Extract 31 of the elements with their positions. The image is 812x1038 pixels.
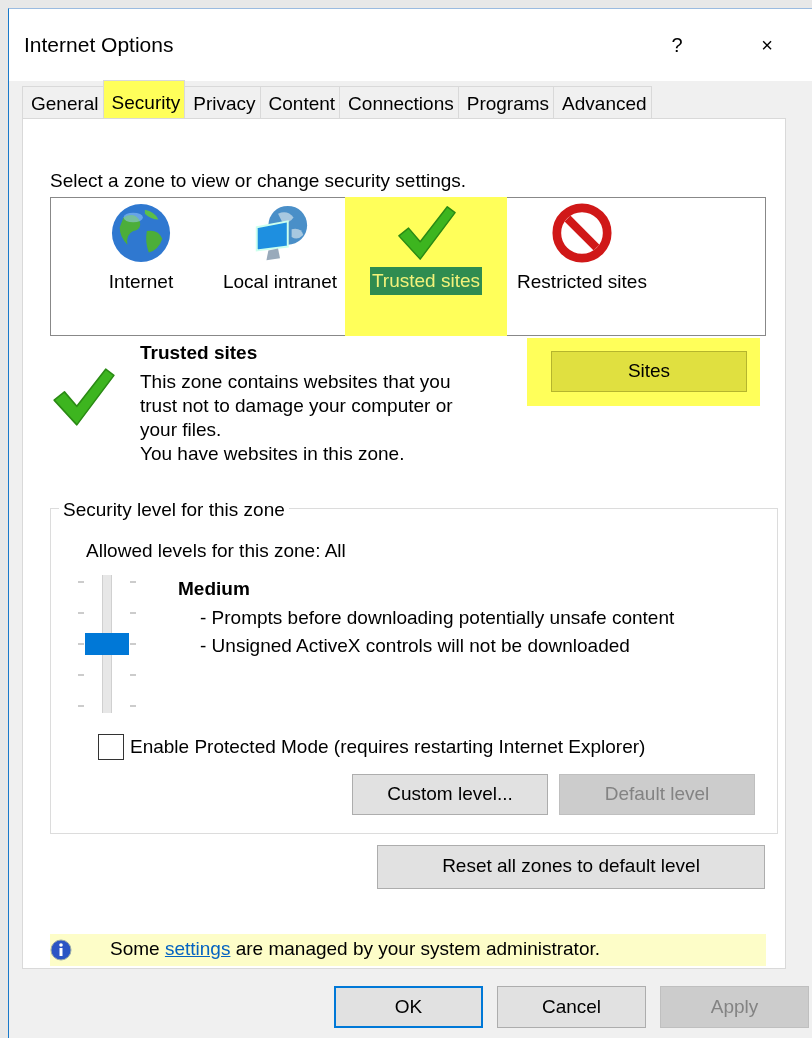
allowed-levels-label: Allowed levels for this zone: All [86, 538, 347, 563]
level-description: - Prompts before downloading potentially unsafe content [200, 605, 675, 630]
dialog-button[interactable]: Cancel [497, 986, 646, 1028]
zone-label[interactable]: Trusted sites [369, 266, 483, 295]
close-button[interactable]: × [722, 30, 812, 60]
window-title: Internet Options [24, 32, 175, 59]
zone-label[interactable]: Restricted sites [515, 267, 649, 296]
zone-description: This zone contains websites that you trust not to damage your computer or your files. [140, 370, 454, 443]
zone-label[interactable]: Internet [106, 267, 176, 296]
zone-title: Trusted sites [140, 340, 259, 365]
zone-label[interactable]: Local intranet [220, 267, 340, 296]
help-button[interactable]: ? [632, 30, 722, 60]
sites-button[interactable]: Sites [551, 350, 747, 392]
globe-icon [110, 201, 172, 264]
checkbox-label[interactable]: Enable Protected Mode (requires restarting Internet Explorer) [130, 733, 646, 762]
tab[interactable]: General [22, 86, 104, 118]
level-description: - Unsigned ActiveX controls will not be downloaded [200, 634, 631, 658]
tab[interactable]: Security [102, 80, 186, 118]
settings-link[interactable]: settings [164, 938, 231, 960]
tab[interactable]: Advanced [553, 86, 652, 118]
level-button[interactable]: Custom level... [352, 773, 548, 815]
zone-prompt: Select a zone to view or change security settings. [50, 169, 468, 193]
reset-zones-button[interactable]: Reset all zones to default level [377, 844, 765, 889]
no-entry-icon [551, 201, 613, 264]
checkbox[interactable] [98, 734, 124, 761]
zone-note: You have websites in this zone. [140, 442, 406, 467]
level-name: Medium [178, 577, 251, 601]
slider-thumb[interactable] [85, 633, 129, 655]
info-message: Some settings are managed by your system administrator. [110, 937, 600, 962]
info-icon [50, 938, 72, 961]
dialog-button[interactable]: OK [334, 986, 483, 1028]
